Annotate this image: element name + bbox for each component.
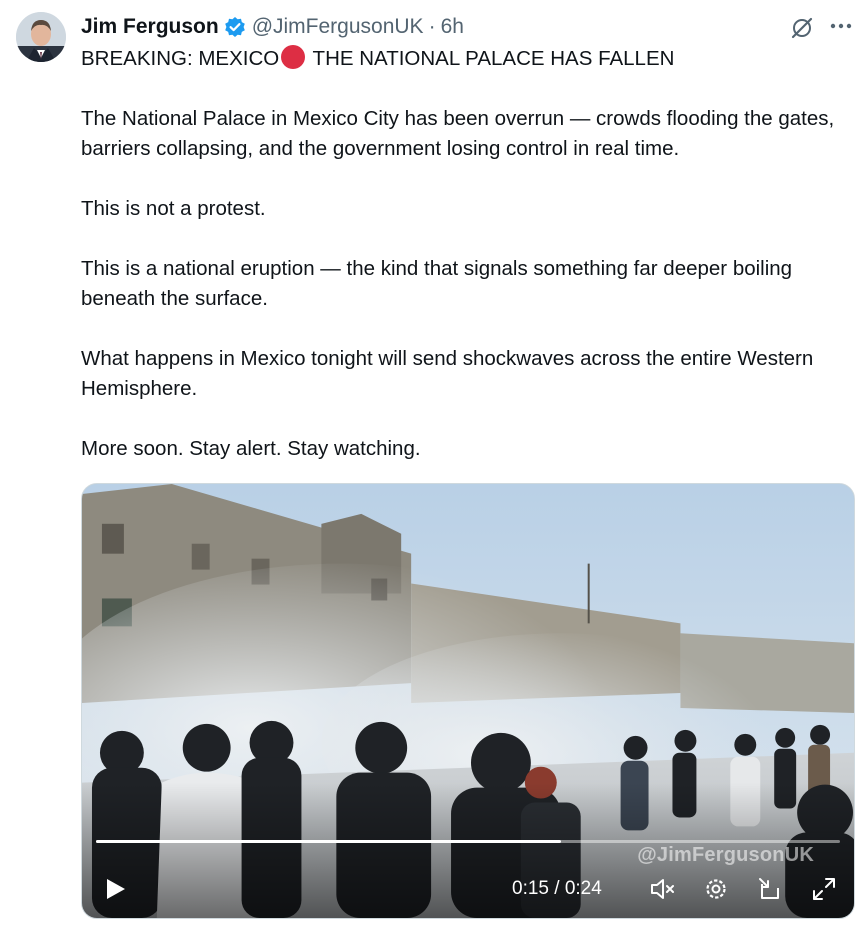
author-handle[interactable]: @JimFergusonUK (252, 15, 424, 39)
tweet-paragraph: More soon. Stay alert. Stay watching. (81, 437, 421, 460)
video-controls: 0:15 / 0:24 (82, 858, 854, 918)
tweet-header: Jim Ferguson @JimFergusonUK · 6h (81, 12, 464, 42)
tweet-paragraph: This is a national eruption — the kind t… (81, 257, 793, 310)
headline-start: BREAKING: MEXICO (81, 47, 280, 70)
timestamp[interactable]: 6h (441, 15, 464, 39)
tweet-paragraph: This is not a protest. (81, 197, 266, 220)
video-progress-fill (96, 840, 561, 843)
gear-icon[interactable] (702, 875, 730, 903)
more-icon[interactable] (826, 13, 856, 39)
separator-dot: · (428, 15, 436, 38)
tweet-headline: BREAKING: MEXICO THE NATIONAL PALACE HAS… (81, 44, 861, 74)
video-player[interactable]: @JimFergusonUK 0:15 / 0:24 (81, 483, 855, 919)
muted-speaker-icon[interactable] (648, 875, 676, 903)
tweet-paragraph: The National Palace in Mexico City has b… (81, 107, 835, 160)
video-timecode: 0:15 / 0:24 (512, 878, 602, 899)
tweet-text: BREAKING: MEXICO THE NATIONAL PALACE HAS… (81, 44, 861, 494)
tweet-paragraph: What happens in Mexico tonight will send… (81, 347, 814, 400)
headline-end: THE NATIONAL PALACE HAS FALLEN (307, 47, 675, 70)
grok-icon[interactable] (790, 16, 814, 40)
avatar[interactable] (16, 12, 66, 62)
author-name[interactable]: Jim Ferguson (81, 15, 219, 39)
video-progress-bar[interactable] (96, 840, 840, 843)
picture-in-picture-icon[interactable] (756, 875, 784, 903)
fullscreen-icon[interactable] (810, 875, 838, 903)
red-circle-emoji-icon (281, 45, 306, 69)
play-icon[interactable] (102, 876, 128, 902)
verified-badge-icon[interactable] (224, 16, 246, 38)
